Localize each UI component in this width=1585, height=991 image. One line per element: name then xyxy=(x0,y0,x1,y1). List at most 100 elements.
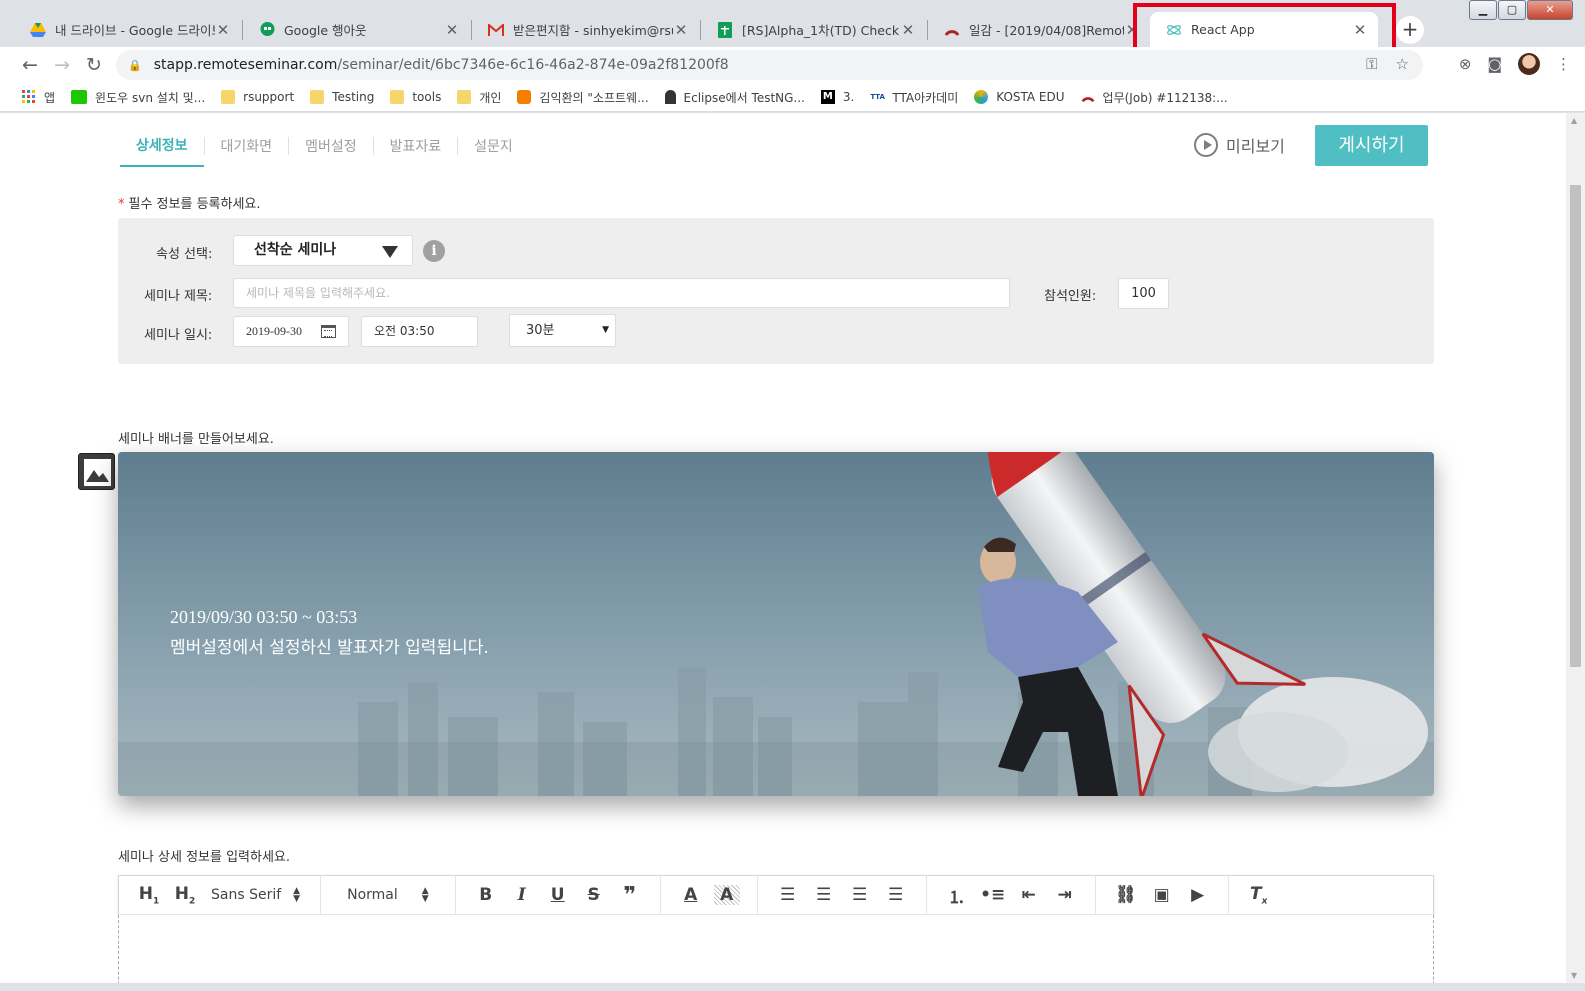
close-icon[interactable]: ✕ xyxy=(444,21,460,39)
star-icon[interactable]: ☆ xyxy=(1396,55,1409,73)
image-upload-button[interactable] xyxy=(78,453,115,490)
italic-button[interactable]: I xyxy=(504,885,540,905)
react-icon xyxy=(1166,22,1182,38)
bullet-list-icon[interactable]: •≡ xyxy=(975,885,1011,905)
tab-detail-info[interactable]: 상세정보 xyxy=(120,131,204,167)
tab-react-app[interactable]: React App ✕ xyxy=(1150,12,1378,47)
seminar-title-input[interactable] xyxy=(233,278,1010,308)
underline-button[interactable]: U xyxy=(540,885,576,905)
bookmark-blogger[interactable]: 김익환의 "소프트웨... xyxy=(517,89,649,106)
font-color-icon[interactable]: A xyxy=(673,885,709,905)
tab-member-settings[interactable]: 멤버설정 xyxy=(289,132,373,166)
site-icon xyxy=(664,90,676,104)
blockquote-button[interactable]: ❞ xyxy=(612,883,648,908)
date-input[interactable]: 2019-09-30 xyxy=(233,316,349,347)
insert-image-icon[interactable]: ▣ xyxy=(1144,885,1180,905)
address-bar[interactable]: 🔒 stapp.remoteseminar.com /seminar/edit/… xyxy=(116,50,1423,80)
window-close-button[interactable]: ✕ xyxy=(1527,0,1573,20)
camera-icon[interactable]: ◙ xyxy=(1487,55,1502,73)
link-icon[interactable]: ⛓ xyxy=(1108,885,1144,905)
heading2-button[interactable]: H2 xyxy=(167,884,203,906)
google-drive-icon xyxy=(30,22,46,38)
bookmark-job[interactable]: 업무(Job) #112138:... xyxy=(1081,89,1228,106)
menu-icon[interactable]: ⋮ xyxy=(1556,55,1571,73)
lock-icon: 🔒 xyxy=(128,58,142,72)
align-left-icon[interactable]: ☰ xyxy=(770,885,806,905)
outdent-icon[interactable]: ⇤ xyxy=(1011,885,1047,905)
tab-hangouts[interactable]: Google 행아웃 ✕ xyxy=(243,12,470,47)
calendar-icon[interactable] xyxy=(321,325,336,338)
required-info-form: 속성 선택: 선착순 세미나 i 세미나 제목: 참석인원: 100 세미나 일… xyxy=(118,218,1434,364)
minimize-button[interactable]: ▁ xyxy=(1469,0,1497,20)
play-icon xyxy=(1194,133,1218,157)
new-tab-button[interactable]: + xyxy=(1396,16,1424,44)
required-note: * 필수 정보를 등록하세요. xyxy=(118,197,261,212)
background-color-icon[interactable]: A xyxy=(713,885,740,905)
font-family-select[interactable]: Sans Serif ▲ ▼ xyxy=(203,886,308,904)
clear-format-icon[interactable]: Tx xyxy=(1241,884,1277,906)
font-size-select[interactable]: Normal ▲ ▼ xyxy=(333,886,443,904)
info-icon[interactable]: i xyxy=(423,240,445,262)
bookmark-tta[interactable]: TTA TTA아카데미 xyxy=(870,89,958,106)
forward-icon[interactable]: → xyxy=(46,54,78,76)
seats-label: 참석인원: xyxy=(1044,289,1097,304)
insert-video-icon[interactable]: ▶ xyxy=(1180,885,1216,905)
tab-redmine[interactable]: 일감 - [2019/04/08]RemoteSeminar ✕ xyxy=(928,12,1150,47)
page-viewport: 상세정보 대기화면 멤버설정 발표자료 설문지 미리보기 게시하기 * 필수 정보… xyxy=(0,113,1566,983)
tab-gmail[interactable]: 받은편지함 - sinhyekim@rsupport ✕ xyxy=(472,12,699,47)
bookmark-kosta[interactable]: KOSTA EDU xyxy=(974,90,1065,104)
maximize-button[interactable]: ▢ xyxy=(1498,0,1526,20)
time-input[interactable]: 오전 03:50 xyxy=(361,316,478,347)
detail-label: 세미나 상세 정보를 입력하세요. xyxy=(118,850,291,865)
strike-button[interactable]: S xyxy=(576,885,612,905)
align-right-icon[interactable]: ☰ xyxy=(842,885,878,905)
tab-google-drive[interactable]: 내 드라이브 - Google 드라이브 ✕ xyxy=(14,12,241,47)
scroll-up-icon[interactable]: ▲ xyxy=(1571,116,1577,125)
folder-icon xyxy=(390,90,405,104)
seminar-banner: 2019/09/30 03:50 ~ 03:53 멤버설정에서 설정하신 발표자… xyxy=(118,452,1434,796)
avatar[interactable] xyxy=(1518,53,1540,75)
seats-input[interactable]: 100 xyxy=(1118,278,1169,309)
close-icon[interactable]: ✕ xyxy=(1124,21,1140,39)
bookmark-apps[interactable]: 앱 xyxy=(22,89,55,106)
browser-toolbar: ← → ↻ 🔒 stapp.remoteseminar.com /seminar… xyxy=(0,47,1585,83)
scroll-down-icon[interactable]: ▼ xyxy=(1571,971,1577,980)
extension-icon[interactable]: ⊗ xyxy=(1459,55,1472,73)
bold-button[interactable]: B xyxy=(468,885,504,905)
close-icon[interactable]: ✕ xyxy=(215,21,231,39)
scroll-thumb[interactable] xyxy=(1570,185,1581,667)
indent-icon[interactable]: ⇥ xyxy=(1047,885,1083,905)
bookmark-testing[interactable]: Testing xyxy=(310,90,374,104)
blogger-icon xyxy=(517,90,532,104)
key-icon[interactable]: ⚿ xyxy=(1366,55,1377,73)
close-icon[interactable]: ✕ xyxy=(900,21,916,39)
bookmark-svn[interactable]: 윈도우 svn 설치 및... xyxy=(71,89,205,106)
tab-waiting-screen[interactable]: 대기화면 xyxy=(205,132,289,166)
ordered-list-icon[interactable]: ⒈ xyxy=(939,883,975,908)
bookmark-personal[interactable]: 개인 xyxy=(457,89,501,106)
align-center-icon[interactable]: ☰ xyxy=(806,885,842,905)
bookmark-medium[interactable]: M 3. xyxy=(820,90,854,104)
heading1-button[interactable]: H1 xyxy=(131,884,167,906)
select-arrows-icon: ▲ ▼ xyxy=(293,886,301,904)
close-icon[interactable]: ✕ xyxy=(1352,21,1368,39)
editor-content[interactable] xyxy=(118,915,1434,983)
bookmark-eclipse[interactable]: Eclipse에서 TestNG... xyxy=(664,89,805,106)
tab-checklist[interactable]: [RS]Alpha_1차(TD) CheckList - Google ✕ xyxy=(701,12,926,47)
bookmark-rsupport[interactable]: rsupport xyxy=(221,90,294,104)
back-icon[interactable]: ← xyxy=(14,54,46,76)
preview-button[interactable]: 미리보기 xyxy=(1194,133,1285,157)
reload-icon[interactable]: ↻ xyxy=(78,54,110,76)
folder-icon xyxy=(310,90,325,104)
tab-presentation[interactable]: 발표자료 xyxy=(374,132,458,166)
bookmark-tools[interactable]: tools xyxy=(390,90,441,104)
publish-button[interactable]: 게시하기 xyxy=(1315,125,1428,166)
seminar-type-select[interactable]: 선착순 세미나 xyxy=(233,235,413,266)
close-icon[interactable]: ✕ xyxy=(673,21,689,39)
duration-select[interactable]: 30분 ▼ xyxy=(509,314,616,347)
tab-survey[interactable]: 설문지 xyxy=(458,132,529,166)
page-scrollbar[interactable]: ▲ ▼ xyxy=(1566,113,1585,983)
align-justify-icon[interactable]: ☰ xyxy=(878,885,914,905)
banner-date: 2019/09/30 03:50 ~ 03:53 xyxy=(170,607,358,627)
select-arrows-icon: ▲ ▼ xyxy=(421,886,429,904)
